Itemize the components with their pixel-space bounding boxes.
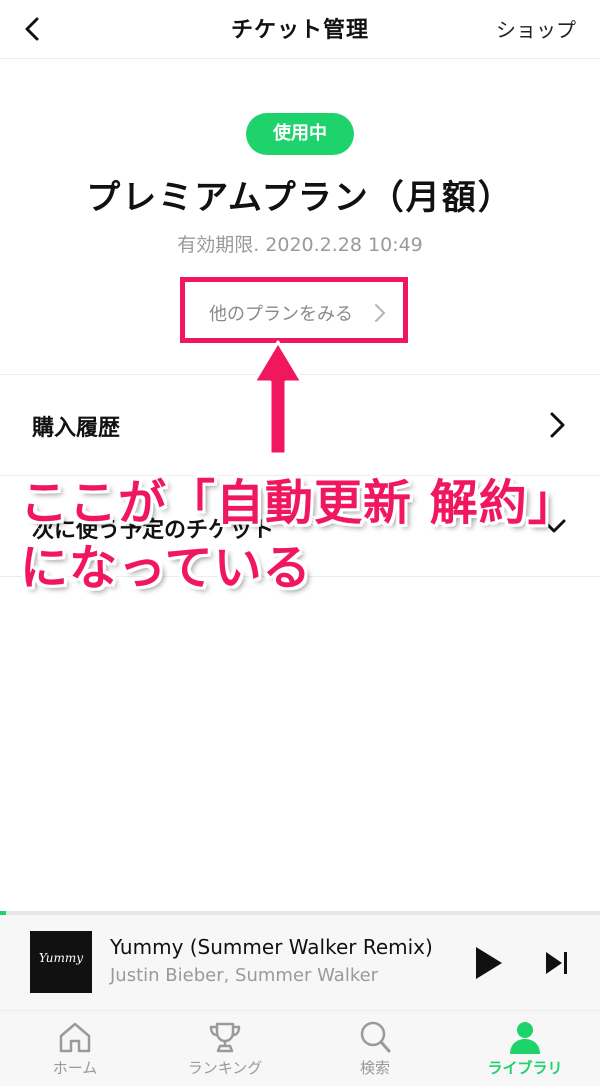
tab-label: ホーム <box>52 1059 98 1077</box>
song-title: Yummy (Summer Walker Remix) <box>110 935 433 959</box>
tab-label: ランキング <box>187 1059 263 1077</box>
trophy-icon <box>209 1022 241 1053</box>
status-badge: 使用中 <box>246 113 354 155</box>
chevron-right-icon <box>550 412 565 438</box>
album-art: Yummy <box>30 931 92 993</box>
home-icon <box>59 1022 91 1053</box>
annotation-line-1: ここが「自動更新 解約」 <box>20 475 577 531</box>
tab-bar: ホーム ランキング 検索 ライブラリ <box>0 1010 600 1086</box>
search-icon <box>360 1021 391 1053</box>
tab-home[interactable]: ホーム <box>0 1011 150 1086</box>
artist-name: Justin Bieber, Summer Walker <box>110 965 379 986</box>
mini-player[interactable]: Yummy Yummy (Summer Walker Remix) Justin… <box>0 915 600 1010</box>
album-art-text: Yummy <box>38 951 84 965</box>
annotation-arrow-icon <box>252 340 304 456</box>
annotation-line-2: になっている <box>20 540 312 596</box>
shop-link[interactable]: ショップ <box>496 14 576 43</box>
plan-name: プレミアムプラン（月額） <box>86 178 514 218</box>
highlight-box <box>180 277 408 343</box>
tab-label: ライブラリ <box>487 1059 563 1077</box>
header: チケット管理 ショップ <box>0 0 600 59</box>
tab-library[interactable]: ライブラリ <box>450 1011 600 1086</box>
plan-expiry: 有効期限. 2020.2.28 10:49 <box>177 234 423 256</box>
play-icon[interactable] <box>472 945 504 981</box>
purchase-history-label: 購入履歴 <box>32 416 121 441</box>
person-icon <box>510 1022 540 1054</box>
tab-ranking[interactable]: ランキング <box>150 1011 300 1086</box>
tab-label: 検索 <box>359 1059 390 1077</box>
skip-next-icon[interactable] <box>543 949 571 977</box>
tab-search[interactable]: 検索 <box>300 1011 450 1086</box>
